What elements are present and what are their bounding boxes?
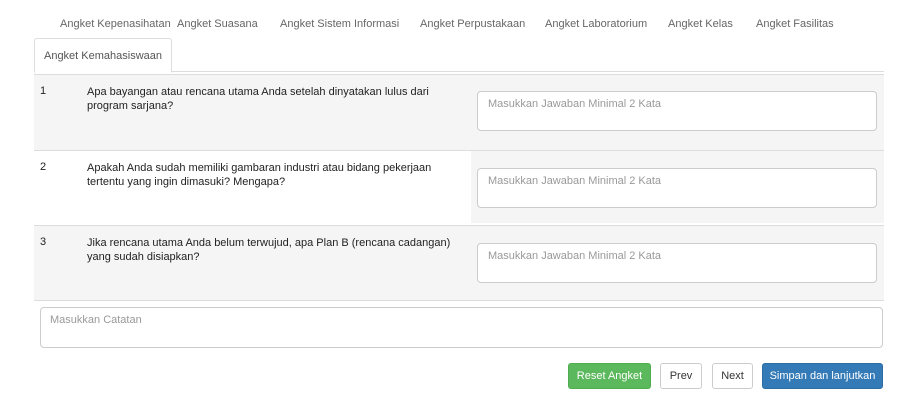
tab-suasana[interactable]: Angket Suasana <box>177 18 258 30</box>
reset-button[interactable]: Reset Angket <box>568 363 651 389</box>
tab-bar: Angket Kepenasihatan Angket Suasana Angk… <box>34 0 884 73</box>
question-row: 1 Apa bayangan atau rencana utama Anda s… <box>34 74 884 150</box>
question-row: 2 Apakah Anda sudah memiliki gambaran in… <box>34 150 884 225</box>
tab-sistem-informasi[interactable]: Angket Sistem Informasi <box>280 18 399 30</box>
tab-kepenasihatan[interactable]: Angket Kepenasihatan <box>60 18 171 30</box>
notes-input[interactable] <box>40 307 883 348</box>
question-number: 2 <box>40 161 47 173</box>
next-button[interactable]: Next <box>712 363 753 389</box>
tab-kemahasiswaan[interactable]: Angket Kemahasiswaan <box>34 38 172 73</box>
answer-input[interactable] <box>477 243 877 283</box>
answer-cell <box>471 75 884 147</box>
question-number: 3 <box>40 236 47 248</box>
tab-kelas[interactable]: Angket Kelas <box>668 18 733 30</box>
answer-input[interactable] <box>477 168 877 208</box>
tab-fasilitas[interactable]: Angket Fasilitas <box>756 18 834 30</box>
prev-button[interactable]: Prev <box>660 363 702 389</box>
question-text: Jika rencana utama Anda belum terwujud, … <box>87 237 451 263</box>
answer-cell <box>471 151 884 223</box>
save-continue-button[interactable]: Simpan dan lanjutkan <box>762 363 883 389</box>
question-row: 3 Jika rencana utama Anda belum terwujud… <box>34 225 884 301</box>
tab-laboratorium[interactable]: Angket Laboratorium <box>545 18 647 30</box>
divider <box>34 300 884 301</box>
question-text: Apakah Anda sudah memiliki gambaran indu… <box>87 162 432 188</box>
tab-perpustakaan[interactable]: Angket Perpustakaan <box>420 18 525 30</box>
question-text: Apa bayangan atau rencana utama Anda set… <box>87 86 429 112</box>
answer-cell <box>471 226 884 298</box>
answer-input[interactable] <box>477 91 877 131</box>
question-number: 1 <box>40 85 47 97</box>
